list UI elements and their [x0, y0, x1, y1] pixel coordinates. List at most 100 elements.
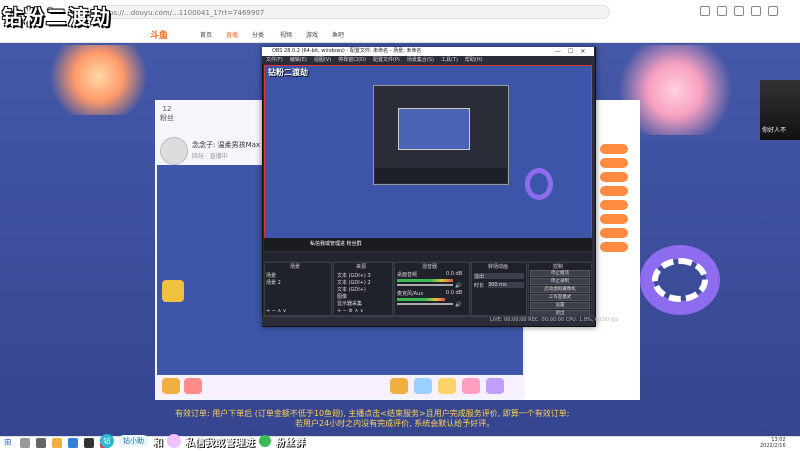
side-list-item[interactable] — [600, 186, 628, 196]
speaker-icon[interactable]: 🔊 — [455, 302, 461, 308]
scene-add-button[interactable]: + − ∧ ∨ — [266, 308, 286, 314]
nav-video[interactable]: 视频 — [280, 30, 292, 39]
speaker-icon[interactable]: 🔊 — [455, 283, 461, 289]
streamer-name: 念念子: 温柔男孩Max — [192, 141, 261, 149]
side-list-item[interactable] — [600, 158, 628, 168]
side-gift-list — [600, 140, 636, 370]
gift-icon[interactable] — [462, 378, 480, 394]
menu-tools[interactable]: 工具(T) — [441, 56, 458, 64]
transition-duration-field[interactable]: 300 ms — [488, 282, 524, 288]
windows-start-icon[interactable]: ⊞ — [4, 438, 14, 448]
clock-date: 2022/2/16 — [760, 443, 786, 449]
order-notice-line-2: 若用户24小时之内没有完成评价, 系统会默认给予好评。 — [295, 419, 495, 428]
swim-ring-decoration — [525, 168, 553, 200]
address-bar[interactable]: https://...douyu.com/...1100041_1?rt=746… — [90, 5, 610, 19]
obs-window-title: OBS 28.0.2 (64-bit, windows) - 配置文件: 未命名… — [272, 48, 422, 54]
menu-profile[interactable]: 配置文件(P) — [373, 56, 400, 64]
scene-item[interactable]: 场景 2 — [266, 279, 281, 286]
preview-promo-label: 私信我或管理进 粉丝群 — [310, 241, 362, 247]
site-logo[interactable]: 斗鱼 — [150, 28, 168, 41]
stat-label: 粉丝 — [160, 114, 174, 122]
wechat-icon — [259, 435, 271, 447]
transition-type-select[interactable]: 淡出 — [474, 273, 524, 280]
stream-overlay-title: 钻粉二渡劫 — [2, 5, 112, 29]
site-nav-bar — [0, 26, 800, 43]
side-list-item[interactable] — [600, 200, 628, 210]
mixer-dock-title: 混音器 — [422, 264, 438, 270]
obs-dock-header-strip — [264, 253, 592, 261]
source-item[interactable]: 图像 — [337, 293, 347, 300]
nested-capture-inner — [398, 108, 470, 150]
maximize-icon[interactable]: ☐ — [568, 47, 573, 56]
close-icon[interactable]: ✕ — [580, 47, 585, 56]
audio-level-meter — [397, 279, 453, 282]
gift-icon[interactable] — [162, 378, 180, 394]
side-list-item[interactable] — [600, 214, 628, 224]
menu-docks[interactable]: 停靠窗口(D) — [338, 56, 366, 64]
task-view-icon[interactable] — [36, 438, 46, 448]
scenes-dock-title: 场景 — [290, 264, 301, 270]
side-list-item[interactable] — [600, 144, 628, 154]
nav-category[interactable]: 分类 — [252, 30, 264, 39]
portrait-caption: 你好人不 — [762, 127, 787, 134]
stop-recording-button[interactable]: 停止录制 — [530, 278, 590, 285]
nav-game[interactable]: 游戏 — [306, 30, 318, 39]
preview-overlay-title: 钻粉二渡劫 — [268, 68, 308, 77]
promo-group: 粉丝群 — [275, 437, 305, 449]
side-list-item[interactable] — [600, 228, 628, 238]
transitions-dock-title: 转场动画 — [488, 264, 509, 270]
settings-button[interactable]: 设置 — [530, 302, 590, 309]
obs-status-text: LIVE: 00:00:00 REC: 00:00:00 CPU: 1.8%, … — [490, 317, 619, 323]
volume-slider[interactable] — [397, 284, 453, 286]
activity-icon[interactable] — [162, 280, 184, 302]
obs-icon[interactable] — [84, 438, 94, 448]
gift-icon[interactable] — [414, 378, 432, 394]
source-item[interactable]: 显示器采集 — [337, 300, 362, 307]
nav-live[interactable]: 直播 — [226, 30, 238, 39]
taskbar-clock[interactable]: 13:02 2022/2/16 — [760, 437, 786, 449]
menu-help[interactable]: 帮助(H) — [465, 56, 483, 64]
gift-icon[interactable] — [390, 378, 408, 394]
stop-streaming-button[interactable]: 停止推流 — [530, 270, 590, 277]
source-item[interactable]: 文本 (GDI+) 3 — [337, 272, 371, 279]
collections-icon[interactable] — [734, 6, 744, 16]
taskbar-app-icons — [20, 438, 110, 448]
scene-item[interactable]: 场景 — [266, 272, 276, 279]
menu-view[interactable]: 视图(V) — [314, 56, 331, 64]
edge-icon[interactable] — [68, 438, 78, 448]
mixer-channel-db: 0.0 dB — [446, 271, 463, 277]
gift-icon[interactable] — [486, 378, 504, 394]
menu-file[interactable]: 文件(F) — [266, 56, 283, 64]
studio-mode-button[interactable]: 工作室模式 — [530, 294, 590, 301]
browser-tool-icons — [700, 6, 778, 16]
menu-icon[interactable] — [768, 6, 778, 16]
extension-icon[interactable] — [700, 6, 710, 16]
promo-badge-icon: 钻 — [100, 434, 114, 448]
obs-menu: 文件(F) 编辑(E) 视图(V) 停靠窗口(D) 配置文件(P) 场景集合(S… — [266, 56, 483, 64]
source-item[interactable]: 文本 (GDI+) 2 — [337, 279, 371, 286]
menu-edit[interactable]: 编辑(E) — [290, 56, 307, 64]
nav-home[interactable]: 首页 — [200, 30, 212, 39]
menu-scene-collection[interactable]: 场景集合(S) — [407, 56, 434, 64]
stat-fans: 12 粉丝 — [160, 105, 174, 131]
profile-icon[interactable] — [751, 6, 761, 16]
favorites-icon[interactable] — [717, 6, 727, 16]
audio-level-meter — [397, 298, 445, 301]
controls-dock-title: 控制 — [553, 264, 564, 270]
banner-mascot-left — [40, 45, 170, 115]
minimize-icon[interactable]: — — [555, 47, 561, 56]
streamer-avatar[interactable] — [160, 137, 188, 165]
file-explorer-icon[interactable] — [52, 438, 62, 448]
stat-value: 12 — [162, 105, 172, 113]
source-add-button[interactable]: + − ⚙ ∧ ∨ — [337, 308, 364, 314]
source-item[interactable]: 文本 (GDI+) — [337, 286, 366, 293]
transition-duration-label: 时长 — [474, 283, 485, 289]
gift-icon[interactable] — [438, 378, 456, 394]
search-icon[interactable] — [20, 438, 30, 448]
gift-icon[interactable] — [184, 378, 202, 394]
nav-yuba[interactable]: 鱼吧 — [332, 30, 344, 39]
side-list-item[interactable] — [600, 172, 628, 182]
side-list-item[interactable] — [600, 242, 628, 252]
virtual-camera-button[interactable]: 启动虚拟摄像机 — [530, 286, 590, 293]
volume-slider[interactable] — [397, 303, 453, 305]
